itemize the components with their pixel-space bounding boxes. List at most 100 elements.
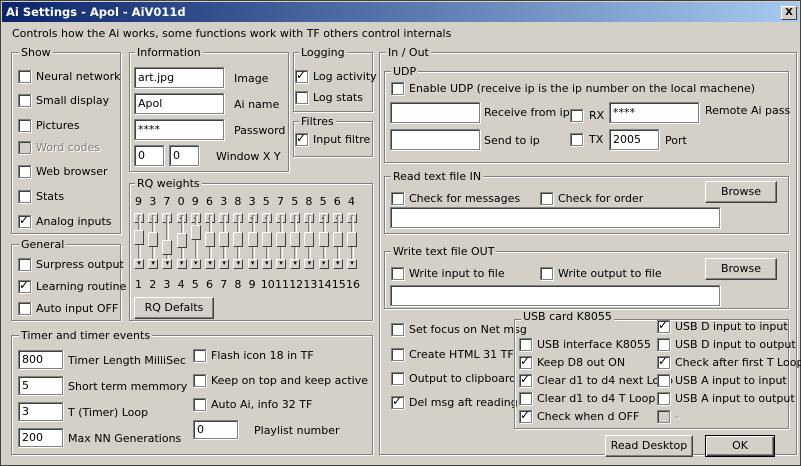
show-item-5-checkbox[interactable]: [18, 190, 31, 203]
write-browse-button[interactable]: Browse: [705, 258, 777, 280]
timer-field-input[interactable]: 3: [18, 402, 63, 421]
usb-right-2-checkbox[interactable]: ✓: [657, 354, 670, 369]
rq-decrease-button[interactable]: ▾: [176, 259, 187, 269]
slider-thumb[interactable]: [162, 239, 173, 255]
write-output-checkbox[interactable]: [540, 267, 553, 280]
usb-right-3-checkbox[interactable]: [657, 374, 670, 387]
show-item-4-checkbox[interactable]: [18, 165, 31, 178]
slider-thumb[interactable]: [190, 224, 201, 240]
rq-decrease-button[interactable]: ▾: [205, 259, 215, 269]
rq-weight-slider[interactable]: [347, 215, 357, 263]
show-item-6-checkbox[interactable]: ✓: [18, 213, 31, 228]
check-messages-checkbox[interactable]: [391, 192, 404, 205]
rq-decrease-button[interactable]: ▾: [304, 259, 315, 269]
rq-decrease-button[interactable]: ▾: [134, 259, 144, 269]
slider-thumb[interactable]: [290, 231, 301, 247]
misc-check-3-checkbox[interactable]: ✓: [391, 394, 404, 409]
logging-item-0-checkbox[interactable]: ✓: [295, 68, 308, 83]
enable-udp-checkbox[interactable]: [391, 82, 404, 95]
slider-thumb[interactable]: [205, 231, 215, 247]
slider-thumb[interactable]: [233, 231, 244, 247]
rq-weight-slider[interactable]: [332, 215, 343, 263]
show-item-1-checkbox[interactable]: [18, 94, 31, 107]
rq-decrease-button[interactable]: ▾: [276, 259, 286, 269]
timer-check-1-checkbox[interactable]: [193, 374, 206, 387]
rq-decrease-button[interactable]: ▾: [261, 259, 272, 269]
read-file-path-input[interactable]: [390, 207, 720, 228]
send-ip-input[interactable]: [390, 129, 480, 150]
slider-thumb[interactable]: [134, 229, 144, 245]
misc-check-2-checkbox[interactable]: [391, 372, 404, 385]
rq-decrease-button[interactable]: ▾: [347, 259, 357, 269]
port-input[interactable]: 2005: [609, 129, 659, 150]
rq-weight-slider[interactable]: [134, 215, 144, 263]
slider-thumb[interactable]: [261, 231, 272, 247]
timer-check-2-checkbox[interactable]: [193, 398, 206, 411]
title-bar[interactable]: Ai Settings - Apol - AiV011d X: [2, 2, 799, 22]
read-browse-button[interactable]: Browse: [705, 181, 777, 203]
rq-weight-slider[interactable]: [276, 215, 286, 263]
rq-decrease-button[interactable]: ▾: [247, 259, 258, 269]
rq-defaults-button[interactable]: RQ Defalts: [134, 297, 214, 319]
usb-left-0-checkbox[interactable]: [519, 338, 532, 351]
playlist-number-input[interactable]: 0: [193, 420, 238, 439]
usb-right-4-checkbox[interactable]: [657, 392, 670, 405]
ai-name-input[interactable]: Apol: [134, 93, 224, 114]
rq-decrease-button[interactable]: ▾: [233, 259, 244, 269]
usb-right-0-checkbox[interactable]: ✓: [657, 318, 670, 333]
timer-check-0-checkbox[interactable]: [193, 349, 206, 362]
logging-item-1-checkbox[interactable]: [295, 91, 308, 104]
slider-thumb[interactable]: [176, 233, 187, 249]
rx-checkbox[interactable]: [570, 109, 583, 122]
rq-decrease-button[interactable]: ▾: [219, 259, 230, 269]
usb-left-1-checkbox[interactable]: ✓: [519, 354, 532, 369]
rq-weight-slider[interactable]: [233, 215, 244, 263]
rq-weight-slider[interactable]: [318, 215, 329, 263]
rq-weight-slider[interactable]: [162, 215, 173, 263]
slider-thumb[interactable]: [219, 231, 230, 247]
slider-thumb[interactable]: [318, 231, 329, 247]
close-button[interactable]: X: [781, 6, 797, 20]
misc-check-1-checkbox[interactable]: [391, 348, 404, 361]
slider-thumb[interactable]: [148, 231, 159, 247]
remote-pass-input[interactable]: ****: [609, 102, 699, 123]
rq-weight-slider[interactable]: [205, 215, 215, 263]
rq-decrease-button[interactable]: ▾: [148, 259, 159, 269]
write-input-checkbox[interactable]: [391, 267, 404, 280]
rq-weight-slider[interactable]: [148, 215, 159, 263]
rq-decrease-button[interactable]: ▾: [332, 259, 343, 269]
slider-thumb[interactable]: [304, 231, 315, 247]
misc-check-0-checkbox[interactable]: [391, 323, 404, 336]
show-item-2-checkbox[interactable]: [18, 119, 31, 132]
timer-field-input[interactable]: 200: [18, 428, 63, 447]
general-item-0-checkbox[interactable]: [18, 258, 31, 271]
rq-decrease-button[interactable]: ▾: [162, 259, 173, 269]
image-input[interactable]: art.jpg: [134, 67, 224, 88]
window-y-input[interactable]: 0: [169, 145, 199, 166]
usb-left-3-checkbox[interactable]: [519, 392, 532, 405]
receive-ip-input[interactable]: [390, 102, 480, 123]
general-item-2-checkbox[interactable]: [18, 302, 31, 315]
show-item-0-checkbox[interactable]: [18, 70, 31, 83]
rq-decrease-button[interactable]: ▾: [318, 259, 329, 269]
timer-field-input[interactable]: 800: [18, 350, 63, 369]
ok-button[interactable]: OK: [705, 435, 775, 457]
write-file-path-input[interactable]: [390, 285, 720, 306]
general-item-1-checkbox[interactable]: ✓: [18, 278, 31, 293]
rq-decrease-button[interactable]: ▾: [290, 259, 301, 269]
rq-weight-slider[interactable]: [176, 215, 187, 263]
rq-weight-slider[interactable]: [190, 215, 201, 263]
usb-right-1-checkbox[interactable]: [657, 338, 670, 351]
timer-field-input[interactable]: 5: [18, 376, 63, 395]
slider-thumb[interactable]: [276, 231, 286, 247]
slider-thumb[interactable]: [347, 231, 357, 247]
window-x-input[interactable]: 0: [134, 145, 164, 166]
rq-weight-slider[interactable]: [247, 215, 258, 263]
slider-thumb[interactable]: [332, 231, 343, 247]
rq-weight-slider[interactable]: [304, 215, 315, 263]
password-input[interactable]: ****: [134, 119, 224, 140]
slider-thumb[interactable]: [247, 231, 258, 247]
rq-weight-slider[interactable]: [219, 215, 230, 263]
rq-weight-slider[interactable]: [290, 215, 301, 263]
rq-weight-slider[interactable]: [261, 215, 272, 263]
